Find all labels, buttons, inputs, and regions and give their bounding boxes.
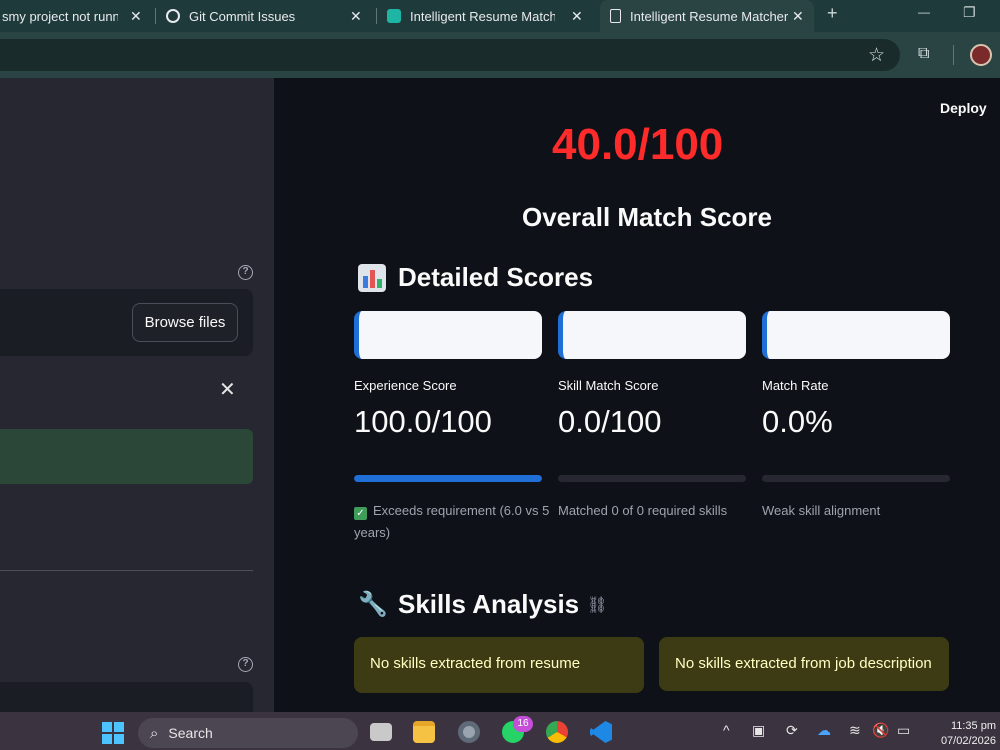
metric-caption: ✓ Exceeds requirement (6.0 vs 5 years) [354,500,554,544]
warning-resume-skills: No skills extracted from resume [354,637,644,693]
windows-taskbar: ⌕ Search 16 ^ ▣ ⟳ ☁ ≋ 🔇 ▭ 11:35 pm 07/02… [0,712,1000,750]
detailed-scores-heading: Detailed Scores [358,262,593,293]
restore-button[interactable]: ❐ [963,4,976,21]
chevron-up-icon[interactable]: ^ [723,722,730,738]
tab-label: smy project not running [2,8,118,24]
help-icon[interactable]: ? [238,265,253,280]
check-icon: ✓ [354,507,367,520]
metric-label: Skill Match Score [558,378,659,393]
tab-label: Intelligent Resume Matcher [630,8,789,24]
main-content: Deploy 40.0/100 Overall Match Score Deta… [274,78,1000,712]
minimize-button[interactable]: — [918,5,930,19]
wifi-icon[interactable]: ≋ [849,722,861,739]
metric-label: Experience Score [354,378,457,393]
metric-value: 0.0/100 [558,404,662,439]
progress-fill [354,475,542,482]
vscode-icon[interactable] [590,721,612,743]
tab-label: Git Commit Issues [189,8,296,24]
tab-separator [155,8,156,24]
tab-git-commit-issues[interactable]: Git Commit Issues ✕ [166,0,371,32]
detailed-scores-title: Detailed Scores [398,262,594,292]
profile-avatar[interactable] [970,44,992,66]
search-icon: ⌕ [150,724,159,742]
browser-tab-strip: smy project not running ✕ Git Commit Iss… [0,0,1000,32]
metric-label: Match Rate [762,378,829,393]
system-clock[interactable]: 11:35 pm 07/02/2026 [930,719,996,749]
search-label: Search [168,725,213,741]
metric-caption: Matched 0 of 0 required skills [558,503,728,518]
anchor-link-icon[interactable]: ⛓ [587,595,607,615]
skills-analysis-title: Skills Analysis [398,589,580,619]
speaker-muted-icon[interactable]: 🔇 [872,722,889,739]
overall-score-value: 40.0/100 [552,120,724,169]
tab-resume-matcher-active[interactable]: Intelligent Resume Matcher ✕ [600,0,814,32]
tab-separator [376,8,377,24]
bookmark-star-icon[interactable]: ☆ [868,44,885,67]
deploy-button[interactable]: Deploy [940,100,987,116]
notification-badge: 16 [513,716,533,732]
bar-chart-icon [358,263,386,292]
progress-bar [558,475,746,482]
start-tile [114,734,124,744]
progress-bar [762,475,950,482]
sidebar: ? Browse files ✕ ? [0,78,274,722]
upload-success-alert [0,429,253,484]
extensions-icon[interactable]: ⧉ [918,45,929,63]
metric-card-skill-match [558,311,746,359]
task-view-icon[interactable] [370,723,392,741]
battery-icon[interactable]: ▭ [897,722,910,739]
document-icon [610,9,621,23]
new-tab-button[interactable]: + [827,3,838,24]
toolbar-separator [953,45,954,65]
close-icon[interactable]: ✕ [350,8,362,25]
metric-caption: Weak skill alignment [762,503,881,518]
tab-project-not-running[interactable]: smy project not running ✕ [0,0,150,32]
metric-caption-text: Exceeds requirement (6.0 vs 5 years) [354,503,550,540]
streamlit-icon [387,9,401,23]
taskbar-search[interactable]: ⌕ Search [138,718,358,748]
progress-bar [354,475,542,482]
browse-files-button[interactable]: Browse files [132,303,238,342]
file-explorer-icon[interactable] [413,721,435,743]
browser-toolbar: ☆ ⧉ [0,32,1000,78]
tab-resume-matcher-streamlit[interactable]: Intelligent Resume Matcher ✕ [387,0,592,32]
close-icon[interactable]: ✕ [571,8,583,25]
address-bar[interactable] [0,39,900,71]
close-icon[interactable]: ✕ [792,8,804,25]
start-tile [102,734,112,744]
close-icon[interactable]: ✕ [219,377,236,402]
clock-date: 07/02/2026 [940,735,996,747]
clock-time: 11:35 pm [950,720,996,732]
onedrive-icon[interactable]: ☁ [817,722,831,739]
metric-card-experience [354,311,542,359]
tray-app-icon[interactable]: ▣ [752,722,765,739]
metric-card-match-rate [762,311,950,359]
tab-label: Intelligent Resume Matcher [410,8,555,24]
metric-value: 0.0% [762,404,833,439]
start-tile [114,722,124,732]
wrench-icon: 🔧 [358,590,388,618]
settings-icon[interactable] [458,721,480,743]
skills-analysis-heading: 🔧 Skills Analysis ⛓ [358,589,607,620]
warning-job-skills: No skills extracted from job description [659,637,949,691]
windows-start-icon[interactable] [102,722,124,744]
chrome-icon[interactable] [546,721,568,743]
sidebar-divider [0,570,253,571]
overall-score-title: Overall Match Score [522,202,772,232]
tray-sync-icon[interactable]: ⟳ [786,722,798,739]
help-icon[interactable]: ? [238,657,253,672]
start-tile [102,722,112,732]
metric-value: 100.0/100 [354,404,492,439]
close-icon[interactable]: ✕ [130,8,142,25]
chatgpt-icon [166,9,180,23]
